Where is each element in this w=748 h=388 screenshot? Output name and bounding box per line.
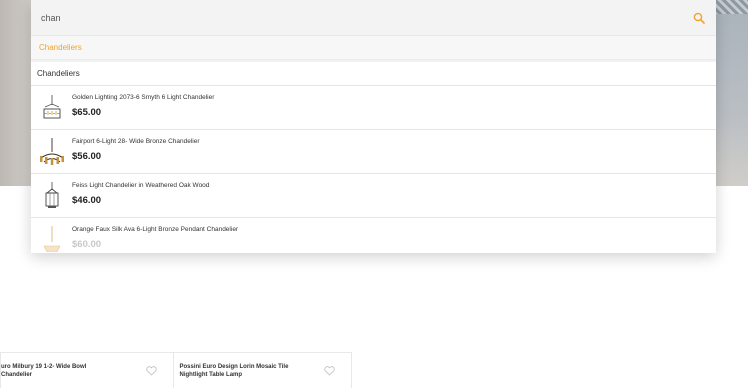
search-overlay: Chandeliers Chandeliers Golden Lighting … [31, 0, 716, 253]
product-card[interactable]: uro Milbury 19 1-2- Wide Bowl Chandelier [0, 353, 174, 388]
search-suggestion[interactable]: Chandeliers [31, 36, 716, 60]
result-price: $56.00 [72, 151, 102, 162]
heart-icon[interactable] [324, 363, 335, 376]
pendant-icon [39, 226, 65, 252]
product-cards: uro Milbury 19 1-2- Wide Bowl Chandelier… [0, 352, 352, 388]
result-price: $60.00 [72, 239, 102, 250]
product-title: uro Milbury 19 1-2- Wide Bowl Chandelier [1, 364, 87, 378]
search-result-item[interactable]: Fairport 6-Light 28- Wide Bronze Chandel… [31, 130, 716, 174]
result-name: Feiss Light Chandelier in Weathered Oak … [72, 182, 210, 189]
search-bar [31, 0, 716, 36]
search-input[interactable] [41, 12, 692, 23]
result-price: $65.00 [72, 107, 102, 118]
lantern-icon [39, 182, 65, 212]
chandelier-candle-icon [39, 138, 65, 168]
search-result-item[interactable]: Orange Faux Silk Ava 6-Light Bronze Pend… [31, 218, 716, 252]
product-card[interactable]: Possini Euro Design Lorin Mosaic Tile Ni… [174, 353, 352, 388]
result-name: Fairport 6-Light 28- Wide Bronze Chandel… [72, 138, 200, 145]
result-name: Golden Lighting 2073-6 Smyth 6 Light Cha… [72, 94, 215, 101]
result-price: $46.00 [72, 195, 102, 206]
category-header: Chandeliers [31, 62, 716, 86]
result-name: Orange Faux Silk Ava 6-Light Bronze Pend… [72, 226, 239, 233]
search-result-item[interactable]: Feiss Light Chandelier in Weathered Oak … [31, 174, 716, 218]
search-result-item[interactable]: Golden Lighting 2073-6 Smyth 6 Light Cha… [31, 86, 716, 130]
heart-icon[interactable] [145, 363, 157, 376]
product-title: Possini Euro Design Lorin Mosaic Tile Ni… [179, 364, 289, 378]
chandelier-cage-icon [39, 94, 65, 124]
search-icon[interactable] [692, 11, 706, 25]
search-results-list: Golden Lighting 2073-6 Smyth 6 Light Cha… [31, 86, 716, 252]
